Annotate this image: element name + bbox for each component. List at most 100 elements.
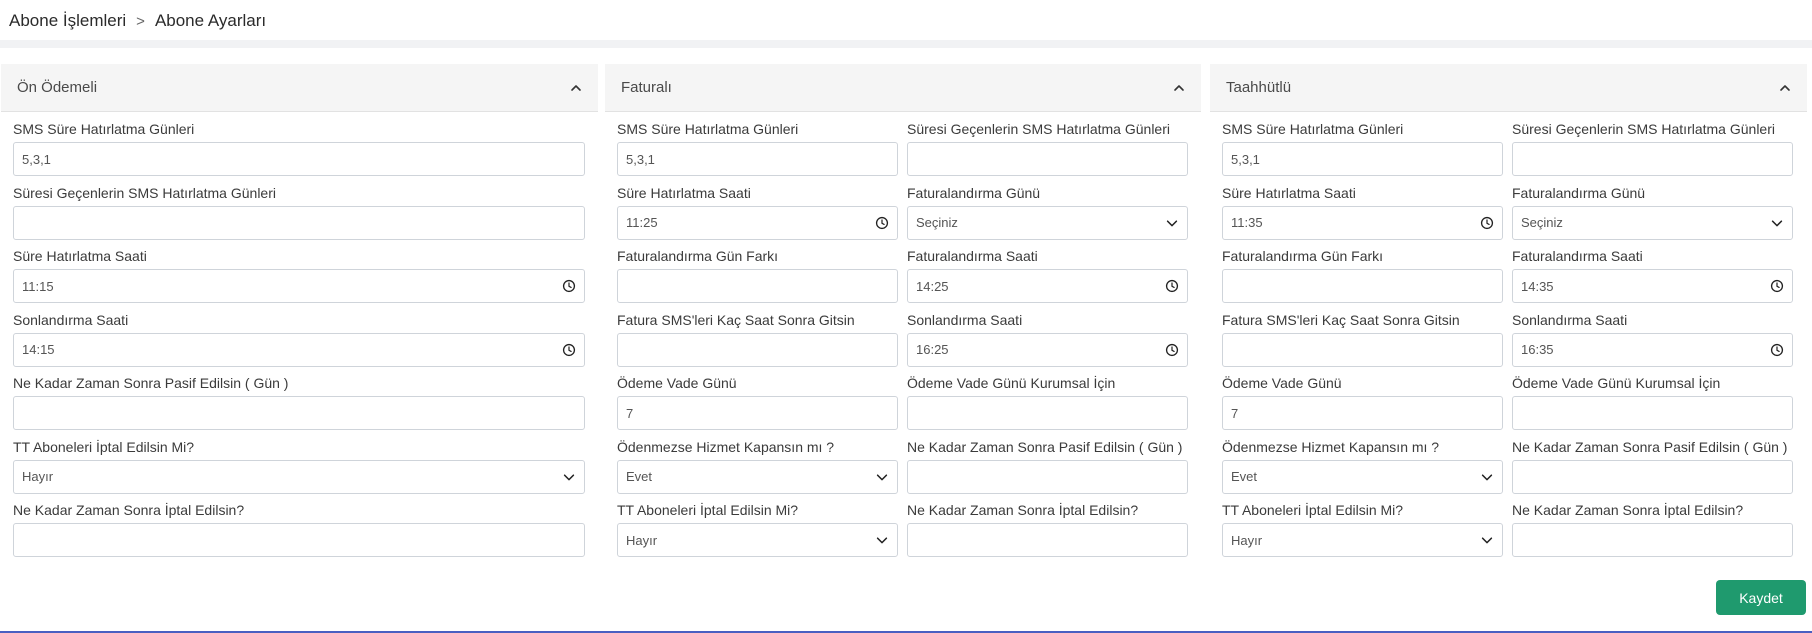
text-input[interactable] (617, 332, 898, 367)
text-input[interactable] (13, 205, 585, 240)
select-input[interactable]: Hayır (13, 459, 585, 494)
text-input[interactable] (907, 396, 1188, 430)
chevron-down-icon (876, 537, 888, 544)
field-label: Süresi Geçenlerin SMS Hatırlatma Günleri (907, 121, 1170, 137)
panel-title: Ön Ödemeli (17, 79, 98, 96)
form-field: TT Aboneleri İptal Edilsin Mi? Hayır (13, 438, 585, 494)
input-value[interactable] (1231, 151, 1494, 167)
input-value[interactable] (22, 532, 576, 548)
panel-header[interactable]: Ön Ödemeli (1, 64, 598, 112)
time-input[interactable] (13, 269, 585, 303)
form-field: Ödenmezse Hizmet Kapansın mı ? Evet (617, 438, 898, 494)
text-input[interactable] (907, 459, 1188, 494)
select-input[interactable]: Evet (1222, 459, 1503, 494)
text-input[interactable] (1512, 396, 1793, 430)
input-value[interactable] (22, 215, 576, 230)
field-label: Ödenmezse Hizmet Kapansın mı ? (617, 438, 835, 455)
text-input[interactable] (1222, 269, 1503, 303)
text-input[interactable] (617, 396, 898, 430)
clock-icon (562, 343, 576, 356)
select-value: Evet (626, 469, 653, 484)
input-value[interactable] (626, 215, 875, 230)
select-input[interactable]: Hayır (617, 523, 898, 557)
time-input[interactable] (1222, 205, 1503, 240)
field-label: SMS Süre Hatırlatma Günleri (617, 121, 799, 137)
panel-faturali: Faturalı SMS Süre Hatırlatma Günleri Süres… (605, 64, 1201, 564)
select-input[interactable]: Seçiniz (907, 205, 1188, 240)
chevron-down-icon (876, 473, 888, 480)
input-value[interactable] (22, 342, 562, 357)
form-field: Ne Kadar Zaman Sonra Pasif Edilsin ( Gün… (1512, 438, 1793, 494)
text-input[interactable] (617, 269, 898, 303)
input-value[interactable] (916, 151, 1179, 167)
text-input[interactable] (1512, 523, 1793, 557)
input-value[interactable] (1521, 405, 1784, 421)
input-value[interactable] (916, 469, 1179, 484)
select-input[interactable]: Seçiniz (1512, 205, 1793, 240)
input-value[interactable] (1521, 151, 1784, 167)
text-input[interactable] (617, 142, 898, 176)
time-input[interactable] (1512, 332, 1793, 367)
panel-header[interactable]: Taahhütlü (1210, 64, 1807, 112)
input-value[interactable] (916, 278, 1165, 294)
time-input[interactable] (1512, 269, 1793, 303)
input-value[interactable] (1521, 532, 1784, 548)
input-value[interactable] (1231, 215, 1480, 230)
breadcrumb: Abone İşlemleri > Abone Ayarları (9, 10, 266, 32)
input-value[interactable] (626, 342, 889, 357)
text-input[interactable] (13, 523, 585, 557)
input-value[interactable] (1521, 342, 1770, 357)
time-input[interactable] (907, 332, 1188, 367)
panel-title: Taahhütlü (1226, 79, 1292, 96)
text-input[interactable] (13, 142, 585, 176)
time-input[interactable] (907, 269, 1188, 303)
select-value: Evet (1231, 469, 1258, 484)
text-input[interactable] (13, 396, 585, 430)
field-label: Süre Hatırlatma Saati (617, 184, 751, 201)
input-value[interactable] (916, 342, 1165, 357)
field-label: Faturalandırma Saati (1512, 248, 1643, 264)
text-input[interactable] (1222, 142, 1503, 176)
input-value[interactable] (626, 405, 889, 421)
breadcrumb-parent[interactable]: Abone İşlemleri (9, 11, 126, 31)
chevron-up-icon[interactable] (568, 80, 584, 96)
text-input[interactable] (907, 142, 1188, 176)
input-value[interactable] (22, 405, 576, 421)
input-value[interactable] (626, 278, 889, 294)
chevron-up-icon[interactable] (1171, 80, 1187, 96)
breadcrumb-current: Abone Ayarları (154, 11, 267, 30)
input-value[interactable] (1231, 405, 1494, 421)
time-input[interactable] (13, 332, 585, 367)
chevron-down-icon (1771, 219, 1783, 226)
text-input[interactable] (907, 523, 1188, 557)
text-input[interactable] (1512, 142, 1793, 176)
breadcrumb-separator: > (136, 12, 145, 30)
chevron-up-icon[interactable] (1777, 80, 1793, 96)
field-label: SMS Süre Hatırlatma Günleri (1222, 121, 1404, 137)
text-input[interactable] (1222, 332, 1503, 367)
input-value[interactable] (1521, 278, 1770, 294)
text-input[interactable] (1512, 459, 1793, 494)
form-field: Süresi Geçenlerin SMS Hatırlatma Günleri (13, 184, 585, 240)
input-value[interactable] (626, 151, 889, 167)
input-value[interactable] (1231, 342, 1494, 357)
input-value[interactable] (916, 405, 1179, 421)
panel-on-odemeli: Ön Ödemeli SMS Süre Hatırlatma Günleri Sür… (1, 64, 598, 564)
save-button[interactable]: Kaydet (1716, 580, 1806, 615)
form-field: Sonlandırma Saati (13, 311, 585, 367)
input-value[interactable] (22, 278, 562, 294)
select-input[interactable]: Evet (617, 459, 898, 494)
panel-title: Faturalı (621, 79, 672, 96)
input-value[interactable] (22, 151, 576, 167)
field-label: Sonlandırma Saati (13, 311, 129, 328)
input-value[interactable] (1521, 469, 1784, 484)
form-field: Faturalandırma Gün Farkı (1222, 247, 1503, 303)
text-input[interactable] (1222, 396, 1503, 430)
time-input[interactable] (617, 205, 898, 240)
input-value[interactable] (1231, 278, 1494, 294)
input-value[interactable] (916, 532, 1179, 548)
field-label: TT Aboneleri İptal Edilsin Mi? (13, 438, 195, 455)
panel-header[interactable]: Faturalı (605, 64, 1201, 112)
select-value: Hayır (626, 532, 658, 548)
select-input[interactable]: Hayır (1222, 523, 1503, 557)
